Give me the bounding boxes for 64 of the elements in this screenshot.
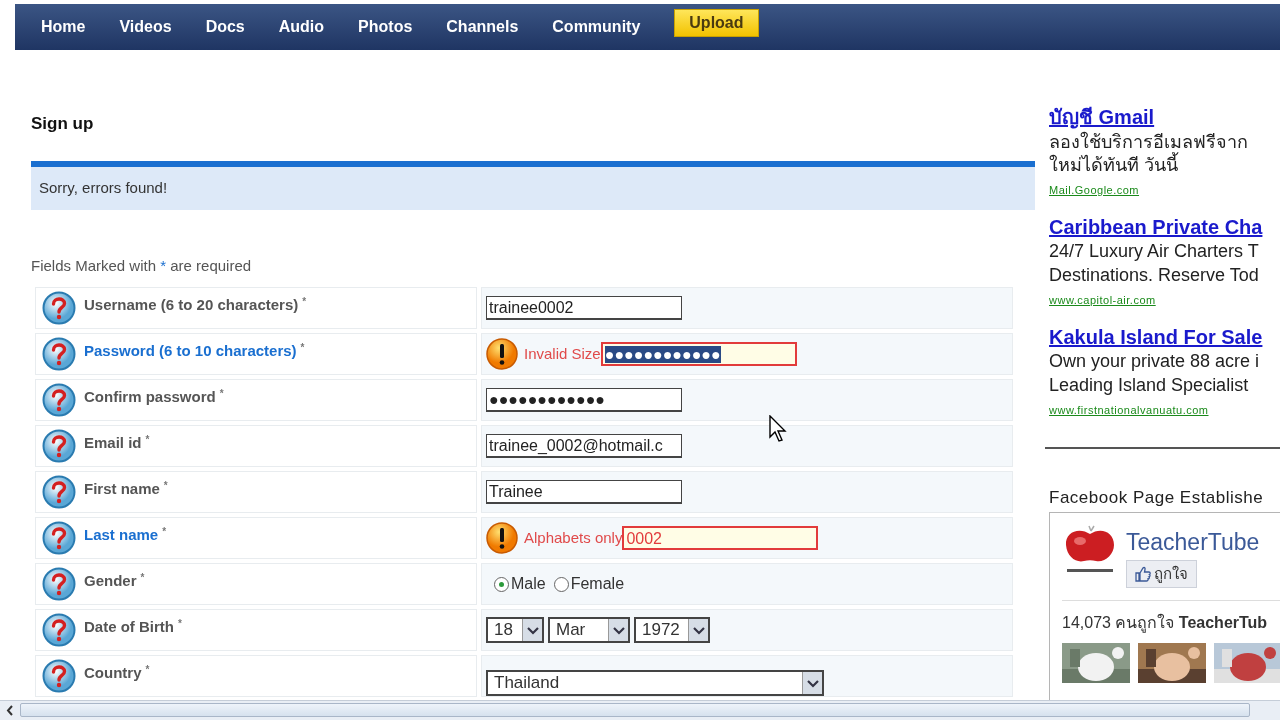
help-icon bbox=[42, 475, 76, 510]
field-label: Last name * bbox=[84, 525, 167, 546]
error-banner: Sorry, errors found! bbox=[31, 161, 1035, 210]
upload-button[interactable]: Upload bbox=[674, 9, 759, 37]
error-message: Alphabets only bbox=[524, 527, 623, 548]
like-button[interactable]: ถูกใจ bbox=[1126, 559, 1197, 589]
dropdown[interactable]: 18 bbox=[486, 617, 544, 644]
nav-link[interactable]: Videos bbox=[119, 15, 172, 39]
ad-text: Own your private 88 acre i bbox=[1049, 350, 1261, 374]
page-name: TeacherTube bbox=[1126, 528, 1260, 558]
dropdown[interactable]: 1972 bbox=[634, 617, 710, 644]
field-label: Country * bbox=[84, 663, 150, 684]
field-label: Email id * bbox=[84, 433, 150, 454]
help-icon bbox=[42, 613, 76, 648]
ad-url-link[interactable]: www.firstnationalvanuatu.com bbox=[1049, 402, 1209, 419]
input-field[interactable]: Trainee bbox=[486, 480, 682, 505]
dropdown[interactable]: Mar bbox=[548, 617, 630, 644]
ad-text: 24/7 Luxury Air Charters T bbox=[1049, 240, 1260, 264]
radio-option[interactable]: Male bbox=[494, 572, 546, 597]
nav-link[interactable]: Photos bbox=[358, 15, 413, 39]
nav-link[interactable]: Channels bbox=[446, 15, 519, 39]
nav-link[interactable]: Community bbox=[552, 15, 641, 39]
horizontal-scrollbar[interactable] bbox=[0, 700, 1280, 720]
widget-heading: Facebook Page Establishe bbox=[1049, 486, 1265, 509]
dropdown[interactable]: Thailand bbox=[486, 670, 824, 697]
scrollbar-thumb[interactable] bbox=[20, 703, 1250, 717]
thumbs-up-icon bbox=[1135, 565, 1151, 582]
nav-link[interactable]: Home bbox=[41, 15, 86, 39]
help-icon bbox=[42, 383, 76, 418]
input-field[interactable]: trainee0002 bbox=[486, 296, 682, 321]
ad-text: ลองใช้บริการอีเมลฟรีจาก bbox=[1049, 130, 1249, 152]
field-label: Confirm password * bbox=[84, 387, 224, 408]
ad-url-link[interactable]: www.capitol-air.com bbox=[1049, 292, 1156, 309]
help-icon bbox=[42, 659, 76, 694]
ad-title-link[interactable]: บัญชี Gmail bbox=[1049, 105, 1155, 129]
field-label: Username (6 to 20 characters) * bbox=[84, 295, 307, 316]
ad-title-link[interactable]: Caribbean Private Cha bbox=[1049, 214, 1263, 239]
help-icon bbox=[42, 429, 76, 464]
error-message: Invalid Size bbox=[524, 343, 601, 364]
ad-text: ใหม่ได้ทันที วันนี้ bbox=[1049, 154, 1280, 179]
warning-icon bbox=[486, 522, 518, 555]
ad-text: Leading Island Specialist bbox=[1049, 374, 1250, 398]
warning-icon bbox=[486, 338, 518, 371]
input-field[interactable]: 0002 bbox=[622, 526, 819, 551]
help-icon bbox=[42, 567, 76, 602]
ad-title-link[interactable]: Kakula Island For Sale bbox=[1049, 324, 1263, 349]
field-label: Gender * bbox=[84, 571, 145, 592]
nav-link[interactable]: Docs bbox=[205, 15, 245, 39]
like-count: 14,073 คนถูกใจ TeacherTub bbox=[1062, 600, 1280, 636]
ad-text: Destinations. Reserve Tod bbox=[1049, 264, 1260, 288]
input-field[interactable]: ●●●●●●●●●●●● bbox=[600, 342, 797, 367]
nav-link[interactable]: Audio bbox=[278, 15, 325, 39]
required-note: Fields Marked with * are required bbox=[31, 255, 253, 276]
page-title: Sign up bbox=[31, 113, 95, 135]
help-icon bbox=[42, 337, 76, 372]
ad-url-link[interactable]: Mail.Google.com bbox=[1049, 182, 1140, 199]
input-field[interactable]: trainee_0002@hotmail.c bbox=[486, 434, 682, 459]
field-label: First name * bbox=[84, 479, 168, 500]
input-field[interactable]: ●●●●●●●●●●●● bbox=[486, 388, 682, 413]
field-label: Date of Birth * bbox=[84, 617, 182, 638]
help-icon bbox=[42, 291, 76, 326]
field-label: Password (6 to 10 characters) * bbox=[84, 341, 305, 362]
help-icon bbox=[42, 521, 76, 556]
radio-option[interactable]: Female bbox=[553, 572, 625, 597]
